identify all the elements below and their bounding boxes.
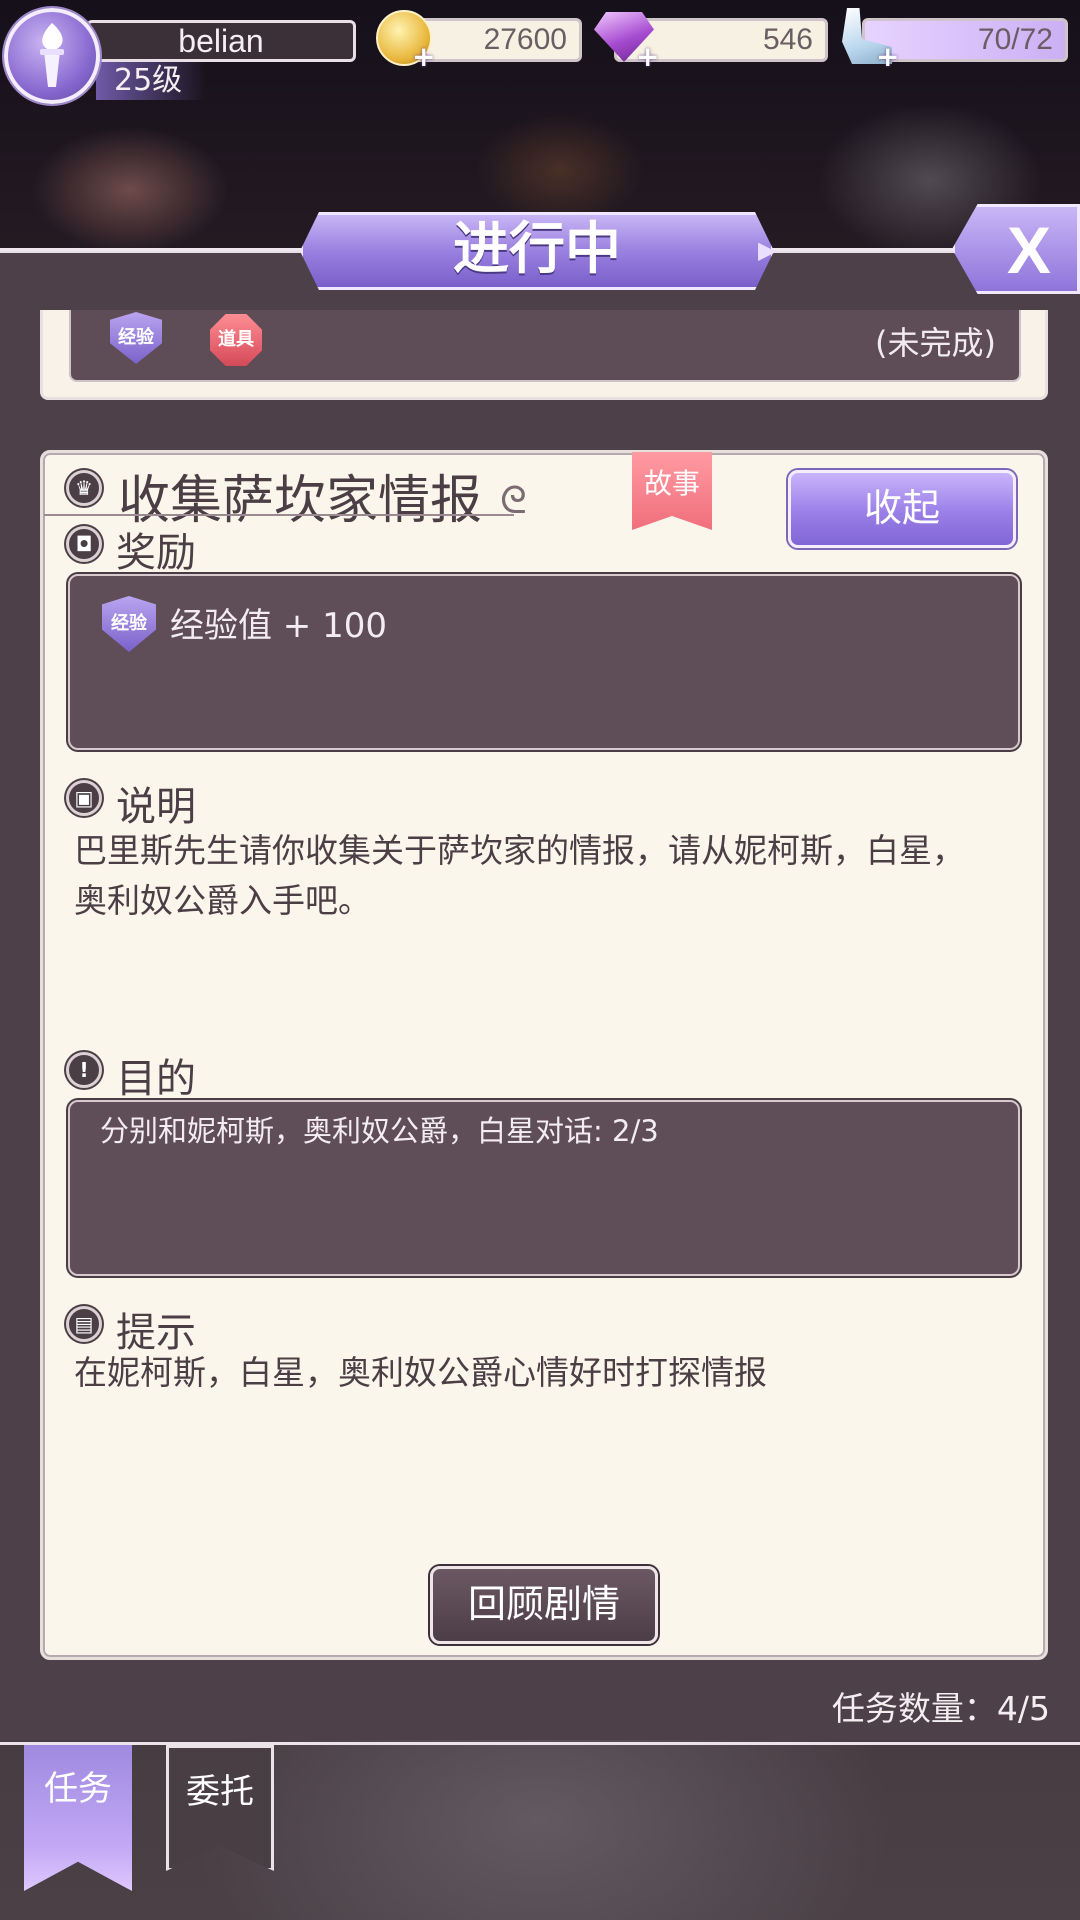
add-stamina-button[interactable]: + <box>876 43 899 71</box>
goal-heading: 目的 <box>116 1056 196 1102</box>
description-line-2: 奥利奴公爵入手吧。 <box>74 881 371 920</box>
add-coins-button[interactable]: + <box>412 43 435 71</box>
hint-text: 在妮柯斯，白星，奥利奴公爵心情好时打探情报 <box>74 1353 767 1392</box>
exclamation-icon: ! <box>66 1052 102 1088</box>
right-arrow-ornament: ▶ <box>758 236 777 264</box>
previous-quest-status: (未完成) <box>875 324 996 362</box>
task-count: 任务数量：4/5 <box>831 1689 1050 1728</box>
page-title: 进行中 <box>300 212 774 290</box>
player-name: belian <box>86 20 356 62</box>
collapse-button[interactable]: 收起 <box>788 470 1016 548</box>
description-line-1: 巴里斯先生请你收集关于萨坎家的情报，请从妮柯斯，白星， <box>74 831 965 870</box>
goal-text: 分别和妮柯斯，奥利奴公爵，白星对话: 2/3 <box>100 1114 659 1148</box>
reward-text: 经验值 + 100 <box>170 606 387 646</box>
reward-heading: 奖励 <box>116 530 196 576</box>
torch-icon <box>40 23 64 87</box>
close-button[interactable]: X <box>952 204 1080 294</box>
avatar[interactable] <box>4 8 100 104</box>
swirl-ornament-icon: ᘓ <box>500 478 527 522</box>
top-hud: belian 25级 27600 + 546 + 70/72 + <box>0 0 1080 120</box>
description-heading: 说明 <box>116 784 196 830</box>
player-level: 25级 <box>96 62 206 100</box>
crown-icon: ♛ <box>66 470 102 506</box>
title-underline <box>44 514 514 516</box>
add-gems-button[interactable]: + <box>636 43 659 71</box>
bottom-divider <box>0 1742 1080 1745</box>
reward-icon: ◘ <box>66 526 102 562</box>
review-story-button[interactable]: 回顾剧情 <box>430 1566 658 1644</box>
book-icon: ▣ <box>66 780 102 816</box>
note-icon: ▤ <box>66 1306 102 1342</box>
